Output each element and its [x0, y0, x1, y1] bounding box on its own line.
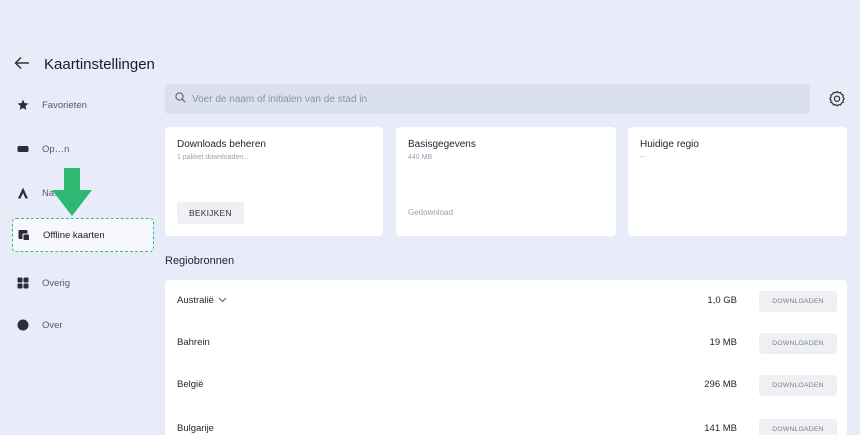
- region-size: 296 MB: [704, 379, 737, 390]
- card-title: Huidige regio: [640, 139, 699, 150]
- downloads-card: Downloads beheren 1 pakket downloaden...…: [165, 127, 383, 236]
- info-icon: [16, 318, 30, 332]
- sidebar-item-overig[interactable]: Overig: [12, 266, 154, 300]
- region-list: Australië 1,0 GB DOWNLOADEN Bahrein 19 M…: [165, 280, 847, 435]
- download-button[interactable]: DOWNLOADEN: [759, 333, 837, 354]
- sidebar-item-label: Favorieten: [42, 99, 87, 111]
- base-data-card: Basisgegevens 440 MB Gedownload: [396, 127, 616, 236]
- card-subtitle: --: [640, 154, 645, 161]
- region-name: Bahrein: [177, 337, 210, 348]
- list-item[interactable]: Bulgarije 141 MB DOWNLOADEN: [165, 408, 847, 435]
- card-title: Downloads beheren: [177, 139, 266, 150]
- star-icon: [16, 98, 30, 112]
- search-icon: [175, 90, 186, 108]
- gear-icon[interactable]: [828, 90, 846, 108]
- sidebar-item-favorieten[interactable]: Favorieten: [12, 88, 154, 122]
- chevron-down-icon[interactable]: [218, 295, 227, 306]
- header: Kaartinstellingen: [14, 52, 155, 76]
- sidebar-item-label: Offline kaarten: [43, 229, 105, 241]
- download-button[interactable]: DOWNLOADEN: [759, 375, 837, 396]
- sidebar-item-label: Op…n: [42, 143, 70, 155]
- bekijken-button[interactable]: BEKIJKEN: [177, 202, 244, 224]
- sidebar-item-label: Overig: [42, 277, 70, 289]
- list-item[interactable]: Bahrein 19 MB DOWNLOADEN: [165, 322, 847, 366]
- search-input[interactable]: [192, 93, 772, 105]
- list-item[interactable]: Australië 1,0 GB DOWNLOADEN: [165, 280, 847, 324]
- page-title: Kaartinstellingen: [44, 55, 155, 73]
- section-heading: Regiobronnen: [165, 255, 235, 267]
- region-size: 141 MB: [704, 423, 737, 434]
- sidebar-item-opties[interactable]: Op…n: [12, 132, 154, 166]
- grid-icon: [16, 276, 30, 290]
- region-size: 1,0 GB: [707, 295, 737, 306]
- card-title: Basisgegevens: [408, 139, 476, 150]
- current-region-card: Huidige regio --: [628, 127, 847, 236]
- list-item[interactable]: België 296 MB DOWNLOADEN: [165, 364, 847, 408]
- region-size: 19 MB: [709, 337, 737, 348]
- offline-maps-icon: [17, 228, 31, 242]
- navigation-icon: [16, 186, 30, 200]
- sidebar-item-over[interactable]: Over: [12, 308, 154, 342]
- region-name: Bulgarije: [177, 423, 214, 434]
- card-subtitle: 1 pakket downloaden...: [177, 154, 249, 161]
- car-icon: [16, 142, 30, 156]
- back-arrow-icon[interactable]: [14, 55, 32, 73]
- download-button[interactable]: DOWNLOADEN: [759, 419, 837, 435]
- sidebar-item-label: Over: [42, 319, 63, 331]
- search-bar[interactable]: [165, 84, 810, 114]
- region-name: Australië: [177, 295, 227, 306]
- sidebar-item-offline-kaarten[interactable]: Offline kaarten: [12, 218, 154, 252]
- region-name: België: [177, 379, 204, 390]
- download-button[interactable]: DOWNLOADEN: [759, 291, 837, 312]
- region-label: Australië: [177, 295, 214, 306]
- green-down-arrow-icon: [52, 168, 92, 216]
- card-subtitle: 440 MB: [408, 154, 433, 161]
- download-status: Gedownload: [408, 208, 453, 217]
